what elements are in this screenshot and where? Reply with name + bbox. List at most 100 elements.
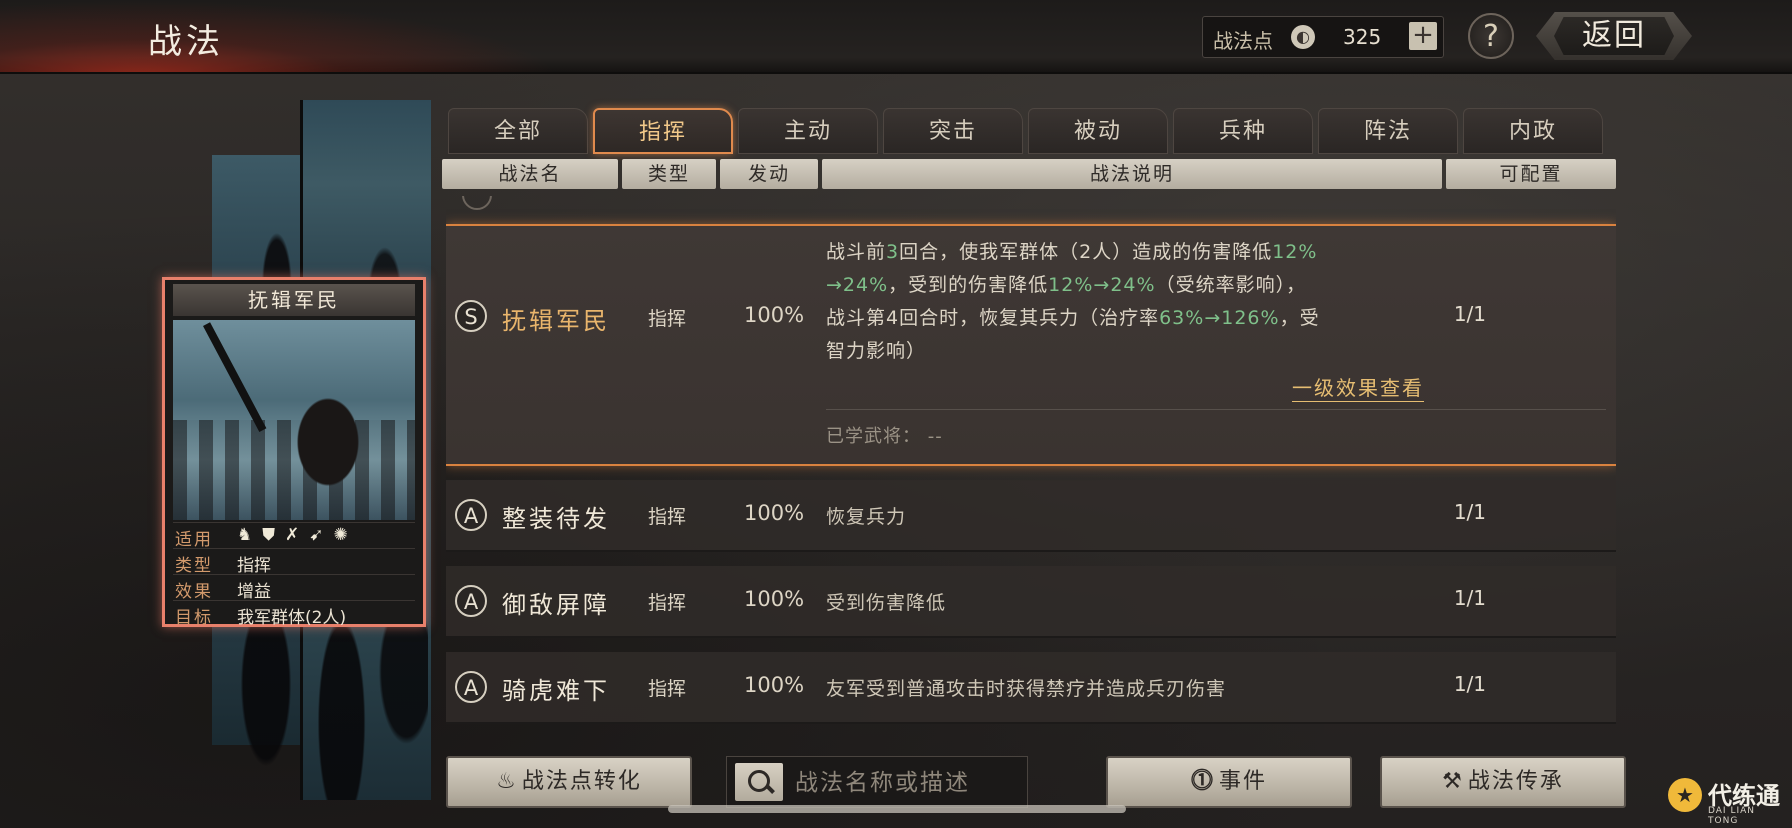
search-box: [726, 756, 1028, 809]
card-row-effect: 效果 增益: [173, 574, 415, 602]
highlight-value: 63%→126%: [1159, 307, 1280, 329]
tactic-name: 御敌屏障: [502, 591, 610, 619]
tab-passive[interactable]: 被动: [1028, 108, 1168, 154]
highlight-value: 12%: [1272, 241, 1318, 263]
card-row-type: 类型 指挥: [173, 548, 415, 576]
title-glow: [0, 0, 560, 72]
learned-generals: 已学武将： --: [826, 426, 943, 447]
grade-badge: A: [455, 671, 487, 703]
description-text: ，受到的伤害降低: [888, 274, 1049, 296]
hammer-icon: ⚒: [1442, 769, 1464, 794]
tactic-card: 抚辑军民 适用 ♞ ⛊ ✗ ➹ ✺ 类型 指挥 效果 增益 目标 我军群体(2人…: [162, 277, 426, 628]
description-text: 战斗前: [826, 241, 887, 263]
alert-icon: ⓵: [1190, 769, 1215, 794]
card-info: 适用 ♞ ⛊ ✗ ➹ ✺ 类型 指挥 效果 增益 目标 我军群体(2人): [173, 522, 415, 628]
cavalry-icon: ♞: [237, 525, 253, 545]
unit-type-icons: ♞ ⛊ ✗ ➹ ✺: [237, 526, 348, 544]
description-line: 战斗前3回合，使我军群体（2人）造成的伤害降低12%: [826, 236, 1426, 269]
add-points-button[interactable]: +: [1409, 22, 1437, 50]
help-button[interactable]: ?: [1468, 13, 1514, 59]
tactic-point-icon: ◐: [1291, 25, 1315, 49]
description-text: 智力影响）: [826, 340, 927, 362]
tab-internal[interactable]: 内政: [1463, 108, 1603, 154]
grade-badge: A: [455, 585, 487, 617]
bow-icon: ✗: [285, 525, 300, 545]
tactic-description: 友军受到普通攻击时获得禁疗并造成兵刃伤害: [826, 678, 1227, 700]
grade-badge: A: [455, 499, 487, 531]
tactic-points-value: 325: [1343, 25, 1382, 49]
tactic-description: 受到伤害降低: [826, 592, 947, 614]
top-bar: 战法 战法点 ◐ 325 + ? 返回: [0, 0, 1792, 74]
tactic-type: 指挥: [648, 592, 687, 614]
tactic-config: 1/1: [1453, 302, 1486, 326]
spear-icon: ➹: [309, 525, 324, 545]
tab-active[interactable]: 主动: [738, 108, 878, 154]
tactic-description: 恢复兵力: [826, 506, 907, 528]
level-one-effect-link[interactable]: 一级效果查看: [1292, 372, 1424, 402]
card-title: 抚辑军民: [173, 284, 415, 316]
highlight-value: 12%→24%: [1048, 274, 1156, 296]
watermark: ★ 代练通 DAI LIAN TONG: [1668, 776, 1788, 826]
card-artwork: [173, 320, 415, 520]
tactic-type: 指挥: [648, 506, 687, 528]
search-input[interactable]: [793, 757, 1025, 809]
tactic-name: 抚辑军民: [502, 307, 610, 335]
category-tabs: 全部 指挥 主动 突击 被动 兵种 阵法 内政: [448, 108, 1603, 154]
tab-troop[interactable]: 兵种: [1173, 108, 1313, 154]
description-line: 战斗第4回合时，恢复其兵力（治疗率63%→126%，受: [826, 302, 1426, 335]
back-button[interactable]: 返回: [1536, 12, 1692, 60]
divider: [826, 409, 1606, 410]
card-row-target: 目标 我军群体(2人): [173, 600, 415, 628]
tactic-rate: 100%: [744, 587, 805, 611]
tactic-rate: 100%: [744, 501, 805, 525]
highlight-value: →24%: [826, 274, 889, 296]
tactic-rate: 100%: [744, 303, 805, 327]
description-text: 战斗第4回合时，恢复其兵力（治疗率: [826, 307, 1160, 329]
tab-all[interactable]: 全部: [448, 108, 588, 154]
tactic-config: 1/1: [1453, 500, 1486, 524]
home-indicator[interactable]: [668, 805, 1126, 813]
back-button-label: 返回: [1554, 17, 1674, 55]
tactic-name: 骑虎难下: [502, 677, 610, 705]
tactic-config: 1/1: [1453, 672, 1486, 696]
tactic-description: 战斗前3回合，使我军群体（2人）造成的伤害降低12% →24%，受到的伤害降低12…: [826, 236, 1426, 368]
table-row[interactable]: A 整装待发 指挥 100% 恢复兵力 1/1: [446, 480, 1616, 552]
tactic-list[interactable]: S 抚辑军民 指挥 100% 战斗前3回合，使我军群体（2人）造成的伤害降低12…: [446, 196, 1616, 742]
tab-assault[interactable]: 突击: [883, 108, 1023, 154]
search-icon[interactable]: [735, 763, 783, 801]
highlight-value: 3: [886, 241, 900, 263]
description-text: ，受: [1279, 307, 1320, 329]
page-title: 战法: [148, 22, 224, 62]
header-trigger[interactable]: 发动: [720, 159, 818, 189]
description-line: 智力影响）: [826, 335, 1426, 368]
tactic-rate: 100%: [744, 673, 805, 697]
tactic-points-box: 战法点 ◐ 325 +: [1202, 16, 1444, 58]
shield-icon: ⛊: [262, 525, 275, 545]
card-row-apply: 适用 ♞ ⛊ ✗ ➹ ✺: [173, 522, 415, 550]
grade-badge: S: [455, 300, 487, 332]
table-row[interactable]: A 御敌屏障 指挥 100% 受到伤害降低 1/1: [446, 566, 1616, 638]
tactic-name: 整装待发: [502, 505, 610, 533]
description-text: （受统率影响），: [1155, 274, 1307, 296]
convert-points-button[interactable]: ♨ 战法点转化: [446, 756, 692, 808]
watermark-logo-icon: ★: [1668, 778, 1702, 812]
description-line: →24%，受到的伤害降低12%→24%（受统率影响），: [826, 269, 1426, 302]
wheel-icon: ✺: [333, 525, 348, 545]
tactic-type: 指挥: [648, 308, 687, 330]
header-config[interactable]: 可配置: [1446, 159, 1616, 189]
table-row[interactable]: A 骑虎难下 指挥 100% 友军受到普通攻击时获得禁疗并造成兵刃伤害 1/1: [446, 652, 1616, 724]
tab-command[interactable]: 指挥: [593, 108, 733, 154]
tactic-points-label: 战法点: [1213, 29, 1273, 53]
tactic-type: 指挥: [648, 678, 687, 700]
partial-row-grade: [462, 196, 492, 210]
events-button[interactable]: ⓵ 事件: [1106, 756, 1352, 808]
inherit-button[interactable]: ⚒ 战法传承: [1380, 756, 1626, 808]
tab-formation[interactable]: 阵法: [1318, 108, 1458, 154]
flame-icon: ♨: [496, 769, 518, 794]
header-description: 战法说明: [822, 159, 1442, 189]
header-type[interactable]: 类型: [622, 159, 716, 189]
tactic-row-expanded[interactable]: S 抚辑军民 指挥 100% 战斗前3回合，使我军群体（2人）造成的伤害降低12…: [446, 224, 1616, 466]
description-text: 回合，使我军群体（2人）造成的伤害降低: [899, 241, 1273, 263]
header-name[interactable]: 战法名: [442, 159, 618, 189]
tactic-config: 1/1: [1453, 586, 1486, 610]
